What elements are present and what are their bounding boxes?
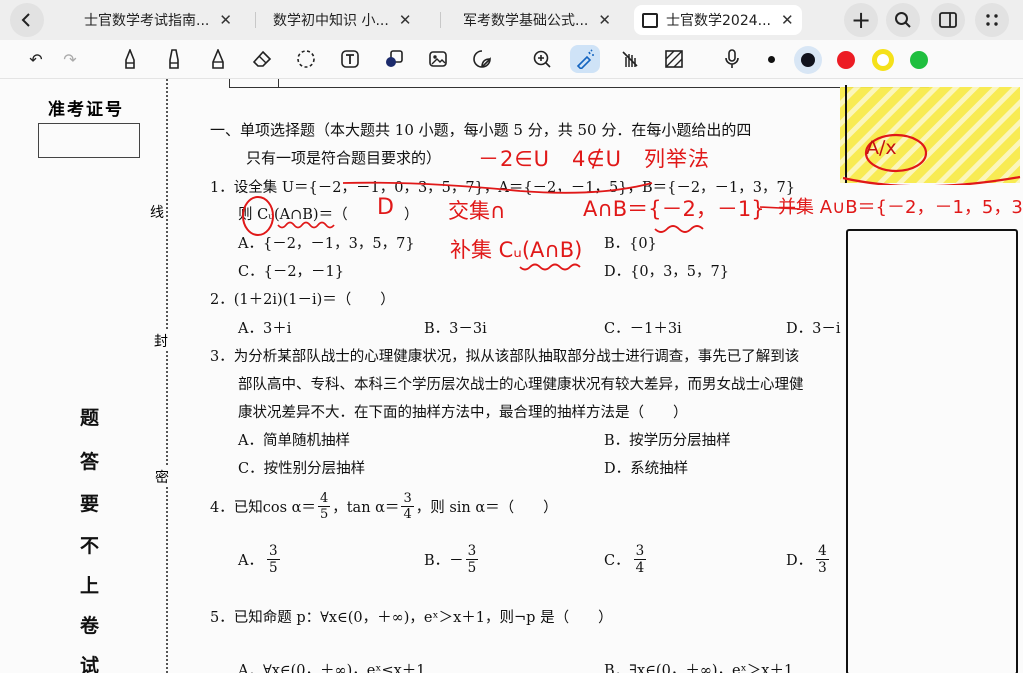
grid-dots-icon — [986, 14, 998, 26]
pencil-icon — [212, 49, 224, 69]
exam-page: 准考证号 线 封 密 题 答 要 不 上 卷 试 一、单项选择题（本大题共 10… — [0, 79, 1023, 673]
handwriting-strokes — [242, 181, 801, 271]
pattern-tool[interactable] — [662, 47, 686, 71]
laser-tool[interactable] — [570, 45, 600, 73]
search-button[interactable] — [886, 3, 920, 37]
tab-divider — [255, 12, 256, 28]
color-yellow[interactable] — [872, 49, 894, 71]
undo-button[interactable]: ↶ — [24, 47, 48, 71]
text-box-icon — [341, 50, 359, 68]
image-tool[interactable] — [426, 47, 450, 71]
new-tab-button[interactable]: + — [844, 3, 878, 37]
tab-4-active[interactable]: 士官数学2024... ✕ — [634, 5, 802, 35]
close-icon[interactable]: ✕ — [219, 11, 232, 29]
tab-divider — [440, 12, 441, 28]
microphone-tool[interactable] — [720, 47, 744, 71]
text-tool[interactable] — [338, 47, 362, 71]
redo-button[interactable]: ↷ — [58, 47, 82, 71]
back-button[interactable] — [10, 3, 44, 37]
shapes-icon — [386, 50, 403, 67]
hand-tool[interactable] — [618, 47, 642, 71]
pen-icon — [125, 49, 135, 69]
chevron-left-icon — [21, 13, 30, 27]
tab-label: 士官数学考试指南... — [84, 13, 210, 29]
tab-label: 军考数学基础公式... — [463, 13, 589, 29]
search-icon — [895, 12, 911, 28]
eraser-icon — [252, 50, 272, 67]
tab-2[interactable]: 数学初中知识 小... ✕ — [273, 5, 411, 35]
marker-icon — [169, 49, 179, 69]
hand-off-icon — [622, 51, 638, 67]
annotation-toolbar: ↶ ↷ — [0, 40, 1023, 79]
hatch-icon — [665, 50, 683, 68]
marker-tool[interactable] — [162, 47, 186, 71]
close-icon[interactable]: ✕ — [598, 11, 611, 29]
thickness-small[interactable] — [768, 56, 775, 63]
laser-pointer-icon — [576, 49, 594, 69]
color-red[interactable] — [837, 51, 855, 69]
tab-label: 数学初中知识 小... — [273, 13, 389, 29]
pen-tool[interactable] — [118, 47, 142, 71]
lasso-tool[interactable] — [294, 47, 318, 71]
microphone-icon — [725, 49, 739, 68]
sticker-tool[interactable] — [470, 47, 494, 71]
tab-bar: 士官数学考试指南... ✕ 数学初中知识 小... ✕ 军考数学基础公式... … — [0, 0, 1023, 40]
color-black[interactable] — [801, 53, 815, 67]
close-icon[interactable]: ✕ — [399, 11, 412, 29]
lasso-icon — [297, 50, 315, 68]
tab-3[interactable]: 军考数学基础公式... ✕ — [463, 5, 611, 35]
split-view-button[interactable] — [931, 3, 965, 37]
eraser-tool[interactable] — [250, 47, 274, 71]
pencil-tool[interactable] — [206, 47, 230, 71]
zoom-in-icon — [533, 50, 551, 68]
shape-tool[interactable] — [382, 47, 406, 71]
image-icon — [429, 51, 447, 67]
color-green[interactable] — [910, 51, 928, 69]
more-button[interactable] — [975, 3, 1009, 37]
sidebar-icon — [939, 12, 957, 28]
tab-label: 士官数学2024... — [666, 13, 771, 29]
tab-1[interactable]: 士官数学考试指南... ✕ — [84, 5, 232, 35]
close-icon[interactable]: ✕ — [781, 11, 794, 29]
sticker-icon — [473, 50, 491, 68]
zoom-tool[interactable] — [530, 47, 554, 71]
pdf-icon — [642, 12, 658, 28]
